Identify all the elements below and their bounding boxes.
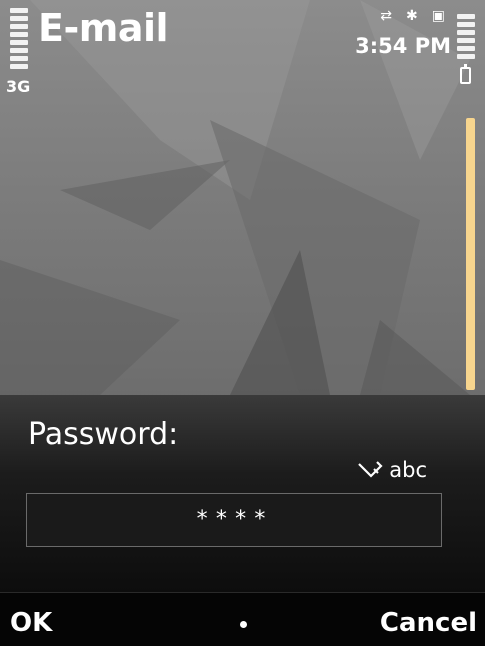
password-dialog: Password: abc **** [0,395,485,592]
network-type: 3G [6,77,31,96]
scrollbar[interactable] [466,118,475,390]
sim-card-icon: ▣ [431,8,445,24]
status-icons: ⇄ ✱ ▣ [380,8,445,24]
softkey-bar: OK Cancel [0,592,485,646]
clock: 3:54 PM [355,34,451,58]
input-mode-indicator: abc [357,458,427,482]
pencil-input-mode-icon [358,461,383,478]
battery-level-icon [457,14,475,60]
input-mode-label: abc [389,458,427,482]
center-softkey-dot-icon[interactable] [240,621,247,628]
ok-button[interactable]: OK [10,608,52,638]
cancel-button[interactable]: Cancel [380,608,477,638]
bluetooth-icon: ✱ [406,8,418,24]
password-field[interactable]: **** [26,493,442,547]
phone-screen: E-mail 3G ⇄ ✱ ▣ 3:54 PM Password: abc **… [0,0,485,646]
password-label: Password: [28,417,179,452]
signal-strength-icon [10,8,28,74]
battery-icon [460,64,471,84]
app-title: E-mail [38,6,169,50]
data-transfer-icon: ⇄ [380,8,393,24]
